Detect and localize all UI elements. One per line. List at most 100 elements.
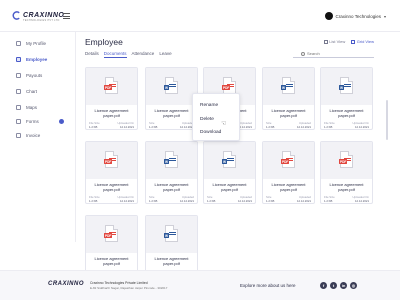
date-value: 12.12.2021 bbox=[120, 198, 134, 203]
document-thumbnail: W bbox=[321, 68, 372, 105]
size-value: 1.2 KB bbox=[89, 124, 98, 129]
sidebar-item-forms[interactable]: Forms bbox=[16, 116, 68, 126]
document-card[interactable]: W Licence agreement paper.pdf Size1.2 KBUp… bbox=[145, 67, 198, 130]
document-name: Licence agreement paper.pdf bbox=[212, 182, 247, 192]
size-value: 1.2 KB bbox=[149, 198, 158, 203]
page-title: Employee bbox=[85, 37, 123, 47]
document-meta: File Size1.2 KBUploaded On12.12.2021 bbox=[324, 121, 369, 129]
document-card[interactable]: WLicence agreement paper.pdfSize1.2 KBUp… bbox=[203, 141, 256, 204]
brand-name: CRAXINNO bbox=[23, 12, 65, 19]
sidebar-item-label: Chart bbox=[26, 88, 38, 94]
date-value: 12.12.2021 bbox=[297, 124, 311, 129]
size-value: 1.2 KB bbox=[207, 198, 216, 203]
sidebar-item-invoice[interactable]: Invoice bbox=[16, 130, 68, 140]
tab-details[interactable]: Details bbox=[85, 51, 99, 56]
tab-leave[interactable]: Leave bbox=[159, 51, 171, 56]
footer-brand-name: CRAXINNO bbox=[48, 281, 85, 287]
size-value: 1.2 KB bbox=[324, 124, 333, 129]
document-card[interactable]: PDF Licence agreement paper.pdf File Size1… bbox=[85, 67, 138, 130]
brand-logo[interactable]: CRAXINNO TECHNOLOGIES PVT LTD bbox=[12, 11, 65, 22]
document-meta: Size1.2 KBUploaded12.12.2021 bbox=[266, 195, 311, 203]
linkedin-icon[interactable]: in bbox=[340, 282, 347, 289]
context-menu-rename[interactable]: Rename bbox=[200, 103, 218, 108]
search-input[interactable] bbox=[307, 51, 367, 56]
context-menu-download[interactable]: Download bbox=[200, 130, 221, 135]
facebook-icon[interactable]: f bbox=[320, 282, 327, 289]
document-name: Licence agreement paper.pdf bbox=[329, 182, 364, 192]
document-meta: File Size1.2 KBUploaded On12.12.2021 bbox=[89, 121, 134, 129]
document-card[interactable]: W Licence agreement paper.pdf Size1.2 KBUp… bbox=[145, 141, 198, 204]
document-name: Licence agreement paper.pdf bbox=[94, 108, 129, 118]
document-thumbnail: W bbox=[146, 216, 197, 253]
document-card[interactable]: WLicence agreement paper.pdfSize1.2 KBUp… bbox=[145, 215, 198, 278]
pdf-file-icon: PDF bbox=[339, 151, 353, 168]
footer-explore: Explore more about us here bbox=[240, 283, 296, 288]
grid-view-button[interactable]: Grid View bbox=[351, 39, 374, 44]
document-name: Licence agreement paper.pdf bbox=[154, 256, 189, 266]
date-value: 12.12.2021 bbox=[120, 124, 134, 129]
company-switcher[interactable]: Craxinno Technologies ▾ bbox=[324, 12, 386, 20]
size-value: 1.2 KB bbox=[149, 124, 158, 129]
sidebar-item-maps[interactable]: Maps bbox=[16, 102, 68, 112]
tab-documents[interactable]: Documents bbox=[103, 51, 127, 58]
grid-view-label: Grid View bbox=[356, 39, 374, 44]
sidebar-item-label: My Profile bbox=[26, 40, 47, 46]
document-meta: Size1.2 KBUploaded12.12.2021 bbox=[149, 121, 194, 129]
social-links: f t in ◎ bbox=[320, 282, 360, 289]
document-name: Licence agreement paper.pdf bbox=[154, 182, 189, 192]
document-name: Licence agreement paper.pdf bbox=[271, 108, 306, 118]
instagram-icon[interactable]: ◎ bbox=[350, 282, 357, 289]
word-file-icon: W bbox=[164, 225, 178, 242]
document-thumbnail: PDF bbox=[86, 142, 137, 179]
twitter-icon[interactable]: t bbox=[330, 282, 337, 289]
word-file-icon: W bbox=[281, 77, 295, 94]
document-card[interactable]: PDFLicence agreement paper.pdfFile Size1… bbox=[85, 141, 138, 204]
sidebar-item-label: Invoice bbox=[26, 132, 41, 138]
footer-address: E-82 Siddharth Nagar, Rajasthan Jaipur P… bbox=[90, 286, 168, 290]
document-thumbnail: W bbox=[146, 142, 197, 179]
list-icon bbox=[323, 39, 328, 44]
hamburger-icon[interactable] bbox=[63, 13, 70, 19]
hand-cursor-icon: ☜ bbox=[221, 121, 227, 127]
sidebar-item-my-profile[interactable]: My Profile bbox=[16, 38, 68, 48]
document-meta: File Size1.2 KBUploaded On12.12.2021 bbox=[324, 195, 369, 203]
chart-icon bbox=[16, 88, 21, 94]
document-card[interactable]: W Licence agreement paper.pdf Size1.2 KBUp… bbox=[262, 67, 315, 130]
document-thumbnail: PDF bbox=[86, 216, 137, 253]
document-card[interactable]: PDFLicence agreement paper.pdfFile Size1… bbox=[85, 215, 138, 278]
document-card[interactable]: PDF Licence agreement paper.pdf Size1.2 KB… bbox=[262, 141, 315, 204]
tab-bar: Details Documents Attendance Leave bbox=[85, 51, 177, 58]
document-name: Licence agreement paper.pdf bbox=[94, 256, 129, 266]
list-view-label: List View bbox=[329, 39, 346, 44]
list-view-button[interactable]: List View bbox=[323, 39, 346, 44]
document-thumbnail: PDF bbox=[263, 142, 314, 179]
sidebar-item-payouts[interactable]: Payouts bbox=[16, 70, 68, 80]
top-bar: CRAXINNO TECHNOLOGIES PVT LTD Craxinno T… bbox=[0, 0, 400, 32]
sidebar: My Profile Employee Payouts Chart Maps F… bbox=[0, 32, 76, 242]
footer-logo[interactable]: CRAXINNO bbox=[48, 281, 84, 288]
document-card[interactable]: W Licence agreement paper.pdf File Size 1.2… bbox=[320, 67, 373, 130]
scrollbar[interactable] bbox=[386, 100, 388, 140]
brand-tagline: TECHNOLOGIES PVT LTD bbox=[23, 19, 60, 22]
invoice-icon bbox=[16, 132, 21, 138]
search-box bbox=[293, 50, 374, 58]
document-name: Licence agreement paper.pdf bbox=[271, 182, 306, 192]
word-file-icon: W bbox=[164, 77, 178, 94]
context-menu-delete[interactable]: Delete bbox=[200, 117, 214, 122]
size-value: 1.2 KB bbox=[89, 198, 98, 203]
payouts-icon bbox=[16, 72, 21, 78]
document-meta: Size1.2 KBUploaded12.12.2021 bbox=[149, 195, 194, 203]
forms-icon bbox=[16, 118, 21, 124]
pdf-file-icon: PDF bbox=[222, 77, 236, 94]
tab-attendance[interactable]: Attendance bbox=[132, 51, 155, 56]
pdf-file-icon: PDF bbox=[104, 77, 118, 94]
document-name: Licence agreement paper.pdf bbox=[154, 108, 189, 118]
document-card[interactable]: PDF Licence agreement paper.pdf File Size1… bbox=[320, 141, 373, 204]
sidebar-item-employee[interactable]: Employee bbox=[16, 54, 68, 64]
word-file-icon: W bbox=[339, 77, 353, 94]
sidebar-item-chart[interactable]: Chart bbox=[16, 86, 68, 96]
document-meta: Size1.2 KBUploaded12.12.2021 bbox=[266, 121, 311, 129]
search-icon bbox=[301, 51, 305, 56]
document-thumbnail: PDF bbox=[86, 68, 137, 105]
profile-icon bbox=[16, 40, 21, 46]
